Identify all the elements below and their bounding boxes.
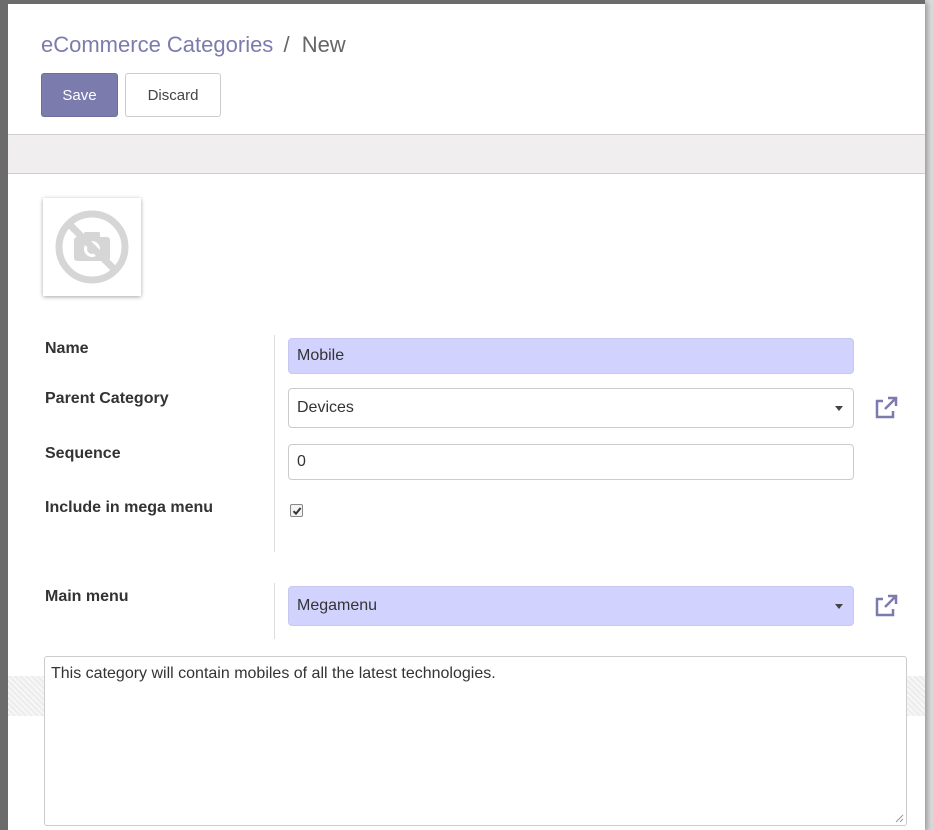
label-divider [274, 583, 275, 639]
category-image-field[interactable] [43, 198, 141, 296]
name-label: Name [45, 340, 89, 357]
include-mega-menu-label: Include in mega menu [45, 499, 214, 516]
parent-category-value: Devices [297, 399, 354, 416]
description-text: This category will contain mobiles of al… [51, 665, 496, 682]
sequence-input[interactable]: 0 [288, 444, 854, 480]
parent-category-label: Parent Category [45, 390, 169, 407]
status-bar-band [8, 135, 925, 174]
discard-button[interactable]: Discard [125, 73, 221, 117]
sequence-label: Sequence [45, 445, 121, 462]
control-panel: eCommerce Categories / New Save Discard [8, 4, 925, 135]
resize-handle-icon[interactable] [894, 813, 904, 823]
breadcrumb-parent-link[interactable]: eCommerce Categories [41, 32, 273, 57]
chevron-down-icon[interactable] [835, 406, 843, 411]
save-button[interactable]: Save [41, 73, 118, 117]
breadcrumb: eCommerce Categories / New [41, 32, 346, 58]
external-link-icon[interactable] [872, 394, 900, 422]
main-menu-value: Megamenu [297, 597, 378, 614]
parent-category-select[interactable]: Devices [288, 388, 854, 428]
checkmark-icon [292, 507, 302, 516]
label-divider [274, 335, 275, 552]
name-input[interactable]: Mobile [288, 338, 854, 374]
breadcrumb-separator: / [283, 32, 290, 57]
description-textarea[interactable]: This category will contain mobiles of al… [44, 656, 907, 826]
form-view: eCommerce Categories / New Save Discard … [0, 0, 925, 830]
external-link-icon[interactable] [872, 592, 900, 620]
main-menu-select[interactable]: Megamenu [288, 586, 854, 626]
no-camera-placeholder-icon [55, 210, 129, 284]
include-mega-menu-checkbox[interactable] [290, 504, 303, 517]
chevron-down-icon[interactable] [835, 604, 843, 609]
main-menu-label: Main menu [45, 588, 129, 605]
breadcrumb-current: New [301, 32, 346, 57]
